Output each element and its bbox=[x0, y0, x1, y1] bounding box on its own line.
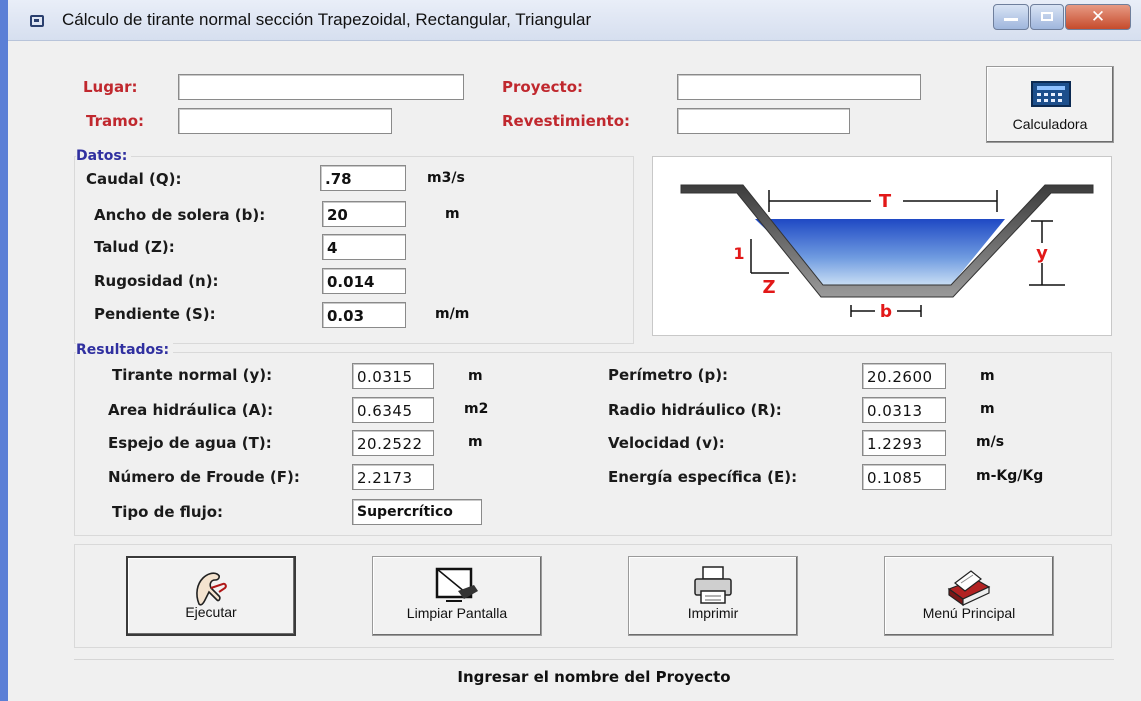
datos-section-title: Datos: bbox=[76, 148, 132, 164]
tramo-label: Tramo: bbox=[86, 112, 145, 130]
talud-input[interactable]: 4 bbox=[322, 234, 406, 260]
caudal-unit: m3/s bbox=[427, 170, 465, 186]
calculator-button[interactable]: Calculadora bbox=[986, 66, 1114, 143]
area-unit: m2 bbox=[464, 401, 489, 417]
perimetro-unit: m bbox=[980, 368, 995, 384]
ancho-unit: m bbox=[445, 206, 460, 222]
espejo-output: 20.2522 bbox=[352, 430, 434, 456]
ancho-input[interactable]: 20 bbox=[322, 201, 406, 227]
froude-label: Número de Froude (F): bbox=[108, 468, 300, 486]
tipo-flujo-label: Tipo de flujo: bbox=[112, 503, 224, 521]
pendiente-label: Pendiente (S): bbox=[94, 305, 216, 323]
minimize-icon bbox=[1004, 18, 1018, 21]
imprimir-button[interactable]: Imprimir bbox=[628, 556, 798, 636]
menu-principal-label: Menú Principal bbox=[885, 605, 1053, 621]
ejecutar-button[interactable]: Ejecutar bbox=[126, 556, 296, 636]
app-window: Cálculo de tirante normal sección Trapez… bbox=[0, 0, 1141, 701]
label-b: b bbox=[880, 302, 892, 322]
lugar-input[interactable] bbox=[178, 74, 464, 100]
calculator-icon bbox=[1031, 81, 1071, 107]
rugosidad-label: Rugosidad (n): bbox=[94, 272, 219, 290]
caudal-label: Caudal (Q): bbox=[86, 170, 182, 188]
revestimiento-label: Revestimiento: bbox=[502, 112, 631, 130]
pendiente-unit: m/m bbox=[435, 306, 470, 322]
energia-unit: m-Kg/Kg bbox=[976, 468, 1044, 484]
status-message: Ingresar el nombre del Proyecto bbox=[74, 659, 1114, 694]
maximize-icon bbox=[1041, 12, 1053, 21]
label-Z: Z bbox=[762, 277, 775, 298]
energia-output: 0.1085 bbox=[862, 464, 946, 490]
tirante-unit: m bbox=[468, 368, 483, 384]
radio-label: Radio hidráulico (R): bbox=[608, 401, 782, 419]
minimize-button[interactable] bbox=[993, 4, 1029, 30]
printer-icon bbox=[694, 566, 732, 604]
revestimiento-input[interactable] bbox=[677, 108, 850, 134]
limpiar-pantalla-button[interactable]: Limpiar Pantalla bbox=[372, 556, 542, 636]
espejo-label: Espejo de agua (T): bbox=[108, 434, 272, 452]
trapezoid-channel-drawing: T 1 Z y b bbox=[680, 184, 1094, 322]
lugar-label: Lugar: bbox=[83, 78, 138, 96]
menu-principal-text: Menú Principal bbox=[922, 605, 1016, 621]
close-icon: ✕ bbox=[1090, 7, 1106, 27]
label-slope-1: 1 bbox=[733, 244, 744, 263]
tirante-label: Tirante normal (y): bbox=[112, 366, 273, 384]
proyecto-input[interactable] bbox=[677, 74, 921, 100]
perimetro-output: 20.2600 bbox=[862, 363, 946, 389]
label-y: y bbox=[1036, 243, 1048, 264]
ancho-label: Ancho de solera (b): bbox=[94, 206, 266, 224]
resultados-section-title: Resultados: bbox=[76, 342, 174, 358]
energia-label: Energía específica (E): bbox=[608, 468, 798, 486]
limpiar-text: Limpiar Pantalla bbox=[406, 605, 508, 621]
close-button[interactable]: ✕ bbox=[1065, 4, 1131, 30]
label-T: T bbox=[879, 191, 892, 212]
espejo-unit: m bbox=[468, 434, 483, 450]
caudal-input[interactable]: .78 bbox=[320, 165, 406, 191]
tipo-flujo-output: Supercrítico bbox=[352, 499, 482, 525]
tirante-output: 0.0315 bbox=[352, 363, 434, 389]
velocidad-output: 1.2293 bbox=[862, 430, 946, 456]
title-bar: Cálculo de tirante normal sección Trapez… bbox=[8, 0, 1141, 41]
talud-label: Talud (Z): bbox=[94, 238, 175, 256]
area-output: 0.6345 bbox=[352, 397, 434, 423]
imprimir-text: Imprimir bbox=[687, 605, 739, 621]
menu-principal-button[interactable]: Menú Principal bbox=[884, 556, 1054, 636]
tramo-input[interactable] bbox=[178, 108, 392, 134]
perimetro-label: Perímetro (p): bbox=[608, 366, 729, 384]
pendiente-input[interactable]: 0.03 bbox=[322, 302, 406, 328]
limpiar-label: Limpiar Pantalla bbox=[373, 605, 541, 621]
maximize-button[interactable] bbox=[1030, 4, 1064, 30]
radio-output: 0.0313 bbox=[862, 397, 946, 423]
velocidad-unit: m/s bbox=[976, 434, 1005, 450]
ejecutar-label: Ejecutar bbox=[128, 604, 294, 620]
area-label: Area hidráulica (A): bbox=[108, 401, 274, 419]
rugosidad-input[interactable]: 0.014 bbox=[322, 268, 406, 294]
book-stack-icon bbox=[947, 570, 991, 607]
channel-diagram: T 1 Z y b bbox=[652, 156, 1112, 336]
ejecutar-text: Ejecutar bbox=[185, 604, 237, 620]
window-title: Cálculo de tirante normal sección Trapez… bbox=[62, 10, 592, 29]
eraser-screen-icon bbox=[435, 567, 478, 602]
calculator-button-label: Calculadora bbox=[1012, 116, 1088, 132]
imprimir-label: Imprimir bbox=[629, 605, 797, 621]
radio-unit: m bbox=[980, 401, 995, 417]
proyecto-label: Proyecto: bbox=[502, 78, 584, 96]
window-icon bbox=[30, 15, 44, 27]
velocidad-label: Velocidad (v): bbox=[608, 434, 725, 452]
froude-output: 2.2173 bbox=[352, 464, 434, 490]
